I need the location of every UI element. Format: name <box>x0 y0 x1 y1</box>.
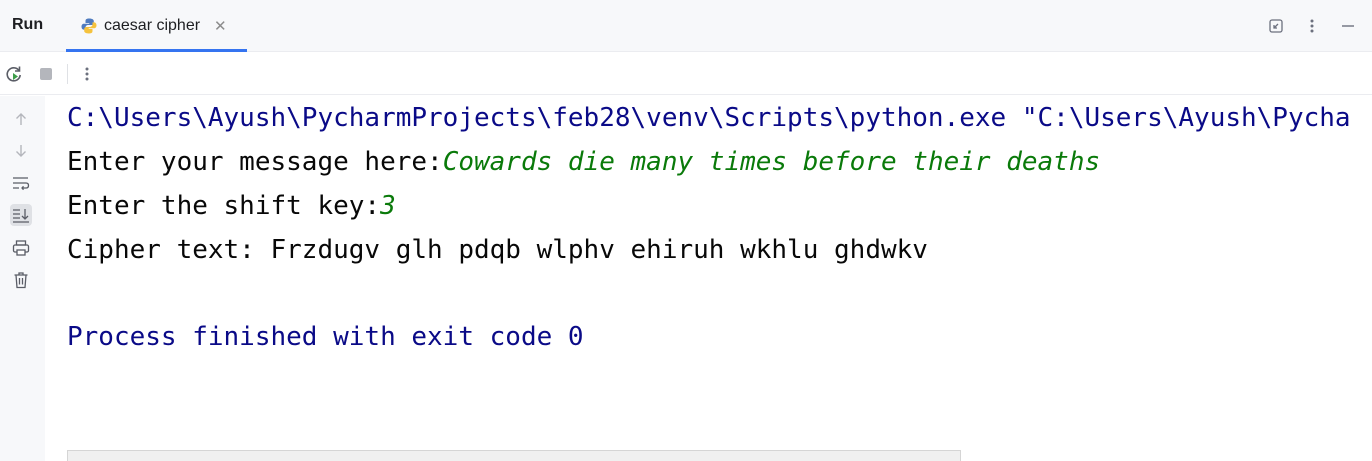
tab-label: caesar cipher <box>104 17 201 34</box>
active-tab-indicator <box>66 49 247 52</box>
rerun-icon[interactable] <box>3 63 25 85</box>
run-toolbar <box>0 53 1372 95</box>
command-line: C:\Users\Ayush\PycharmProjects\feb28\ven… <box>67 103 1351 133</box>
more-options-icon[interactable] <box>1302 16 1322 36</box>
trash-icon[interactable] <box>10 269 32 291</box>
tab-caesar-cipher[interactable]: caesar cipher ✕ <box>66 0 247 52</box>
restore-layout-icon[interactable] <box>1266 16 1286 36</box>
message-input: Cowards die many times before their deat… <box>442 147 1101 177</box>
shift-prompt: Enter the shift key: <box>67 191 381 221</box>
more-actions-icon[interactable] <box>76 63 98 85</box>
arrow-up-icon[interactable] <box>10 108 32 130</box>
message-prompt: Enter your message here: <box>67 147 443 177</box>
print-icon[interactable] <box>10 237 32 259</box>
close-tab-icon[interactable]: ✕ <box>214 19 227 34</box>
shift-input: 3 <box>380 191 396 221</box>
message-prompt-line: Enter your message here:Cowards die many… <box>67 147 1100 177</box>
soft-wrap-icon[interactable] <box>10 172 32 194</box>
run-title: Run <box>12 16 44 33</box>
console-output[interactable]: C:\Users\Ayush\PycharmProjects\feb28\ven… <box>45 96 1372 461</box>
horizontal-scrollbar[interactable] <box>67 450 961 461</box>
stop-icon[interactable] <box>35 63 57 85</box>
shift-prompt-line: Enter the shift key:3 <box>67 191 396 221</box>
exit-message: Process finished with exit code 0 <box>67 322 584 352</box>
toolbar-divider <box>67 64 68 84</box>
cipher-output: Cipher text: Frzdugv glh pdqb wlphv ehir… <box>67 235 928 265</box>
scroll-to-end-icon[interactable] <box>10 204 32 226</box>
console-side-toolbar <box>0 96 45 461</box>
run-tool-window-header: Run caesar cipher ✕ <box>0 0 1372 52</box>
minimize-icon[interactable] <box>1338 16 1358 36</box>
python-icon <box>80 17 98 35</box>
arrow-down-icon[interactable] <box>10 140 32 162</box>
